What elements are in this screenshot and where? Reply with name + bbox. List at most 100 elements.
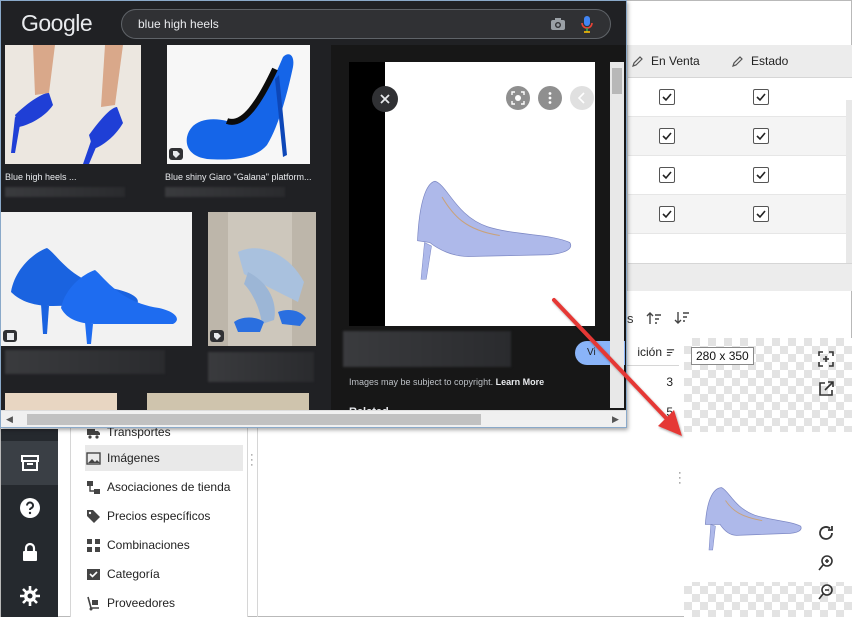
en-venta-checkbox[interactable] <box>659 128 675 144</box>
column-header-en-venta[interactable]: En Venta <box>632 54 700 68</box>
blurred-source-text <box>5 187 125 197</box>
sort-toolbar: s <box>627 305 852 335</box>
scroll-right-icon[interactable]: ▶ <box>612 414 619 425</box>
position-column-header[interactable]: ición <box>627 339 679 366</box>
blurred-source-text <box>208 352 314 382</box>
scroll-left-icon[interactable]: ◀ <box>6 414 13 425</box>
image-icon <box>85 450 101 466</box>
image-detail-panel: Vi Images may be subject to copyright. L… <box>331 45 626 412</box>
scrollbar-thumb[interactable] <box>27 414 481 425</box>
sort-descending-icon[interactable] <box>673 309 691 327</box>
table-row[interactable] <box>628 156 848 195</box>
menu-item-precios-específicos[interactable]: Precios específicos <box>85 503 243 529</box>
lock-icon[interactable] <box>1 530 58 574</box>
table-row[interactable] <box>628 195 848 234</box>
en-venta-checkbox[interactable] <box>659 89 675 105</box>
fit-screen-icon[interactable] <box>815 348 837 370</box>
blue-pump-shoe-image <box>704 487 802 551</box>
result-image-5[interactable] <box>5 393 117 411</box>
panel-divider <box>257 421 258 617</box>
selected-image-background <box>385 62 595 326</box>
pencil-icon <box>732 56 743 67</box>
horizontal-scrollbar[interactable]: ◀ ▶ <box>1 410 626 427</box>
selected-image-frame <box>349 62 595 326</box>
archive-icon[interactable] <box>1 441 58 485</box>
estado-checkbox[interactable] <box>753 167 769 183</box>
search-box[interactable]: blue high heels <box>121 9 611 39</box>
estado-checkbox[interactable] <box>753 128 769 144</box>
check-box-icon <box>85 566 101 582</box>
menu-item-label: Proveedores <box>107 596 176 610</box>
help-icon[interactable] <box>1 486 58 530</box>
more-options-icon[interactable] <box>538 86 562 110</box>
side-menu-resize-handle[interactable]: · · · <box>250 450 254 471</box>
result-image-6[interactable] <box>147 393 309 411</box>
visual-search-icon[interactable] <box>506 86 530 110</box>
menu-item-combinaciones[interactable]: Combinaciones <box>85 532 243 558</box>
zoom-out-icon[interactable] <box>815 581 837 603</box>
panel-scrollbar[interactable] <box>610 62 624 408</box>
image-preview: 280 x 350 <box>684 338 852 617</box>
close-icon[interactable] <box>372 86 398 112</box>
left-navigation-rail <box>1 429 58 617</box>
google-header: Google blue high heels <box>1 1 626 45</box>
product-tag-icon <box>169 148 183 160</box>
sort-ascending-icon[interactable] <box>645 309 663 327</box>
result-image-2[interactable] <box>167 45 310 164</box>
image-badge-icon <box>3 330 17 342</box>
blurred-source-text <box>165 187 285 197</box>
en-venta-checkbox[interactable] <box>659 167 675 183</box>
grid-footer <box>628 263 852 291</box>
result-caption[interactable]: Blue shiny Giaro "Galana" platform... <box>165 172 311 182</box>
google-images-window: Google blue high heels Blue high heels .… <box>0 0 627 428</box>
search-query[interactable]: blue high heels <box>138 17 219 31</box>
blue-shiny-platform-heel-image <box>167 45 310 164</box>
product-grid: En Venta Estado <box>627 45 852 291</box>
menu-item-categoría[interactable]: Categoría <box>85 561 243 587</box>
menu-item-label: Imágenes <box>107 451 160 465</box>
sort-icon <box>666 348 675 356</box>
camera-icon[interactable] <box>550 16 566 32</box>
blue-strappy-heels-image <box>5 45 141 164</box>
light-blue-pump-image <box>417 180 572 280</box>
open-external-icon[interactable] <box>815 378 837 400</box>
google-logo[interactable]: Google <box>21 10 93 37</box>
column-label: En Venta <box>651 54 700 68</box>
position-value: 5 <box>666 405 673 419</box>
position-column: ición 3 5 <box>627 339 679 425</box>
copyright-notice: Images may be subject to copyright. Lear… <box>349 377 545 387</box>
store-link-icon <box>85 479 101 495</box>
microphone-icon[interactable] <box>580 15 594 33</box>
table-row[interactable] <box>628 78 848 117</box>
rotate-icon[interactable] <box>815 522 837 544</box>
estado-checkbox[interactable] <box>753 89 769 105</box>
toolbar-text: s <box>627 311 634 326</box>
scrollbar-thumb[interactable] <box>612 68 622 94</box>
blue-pumps-pair-image <box>1 212 192 346</box>
table-row[interactable] <box>628 117 848 156</box>
menu-item-label: Asociaciones de tienda <box>107 480 231 494</box>
menu-item-proveedores[interactable]: Proveedores <box>85 590 243 616</box>
gear-icon[interactable] <box>1 574 58 617</box>
column-header-estado[interactable]: Estado <box>732 54 788 68</box>
estado-checkbox[interactable] <box>753 206 769 222</box>
menu-item-label: Categoría <box>107 567 160 581</box>
menu-item-imágenes[interactable]: Imágenes <box>85 445 243 471</box>
result-caption[interactable]: Blue high heels ... <box>5 172 77 182</box>
previous-image-icon[interactable] <box>570 86 594 110</box>
result-image-4[interactable] <box>208 212 316 346</box>
jeans-blue-heels-image <box>208 212 316 346</box>
learn-more-link[interactable]: Learn More <box>496 377 545 387</box>
en-venta-checkbox[interactable] <box>659 206 675 222</box>
zoom-in-icon[interactable] <box>815 552 837 574</box>
menu-item-asociaciones-de-tienda[interactable]: Asociaciones de tienda <box>85 474 243 500</box>
result-image-1[interactable] <box>5 45 141 164</box>
results-scrollbar[interactable] <box>317 45 331 411</box>
panel-resize-handle[interactable]: · · · <box>678 468 682 489</box>
product-tag-icon <box>210 330 224 342</box>
blurred-source-title <box>343 331 511 367</box>
result-image-3[interactable] <box>1 212 192 346</box>
grid-vertical-scrollbar[interactable] <box>846 100 852 270</box>
menu-item-label: Combinaciones <box>107 538 190 552</box>
dolly-icon <box>85 595 101 611</box>
